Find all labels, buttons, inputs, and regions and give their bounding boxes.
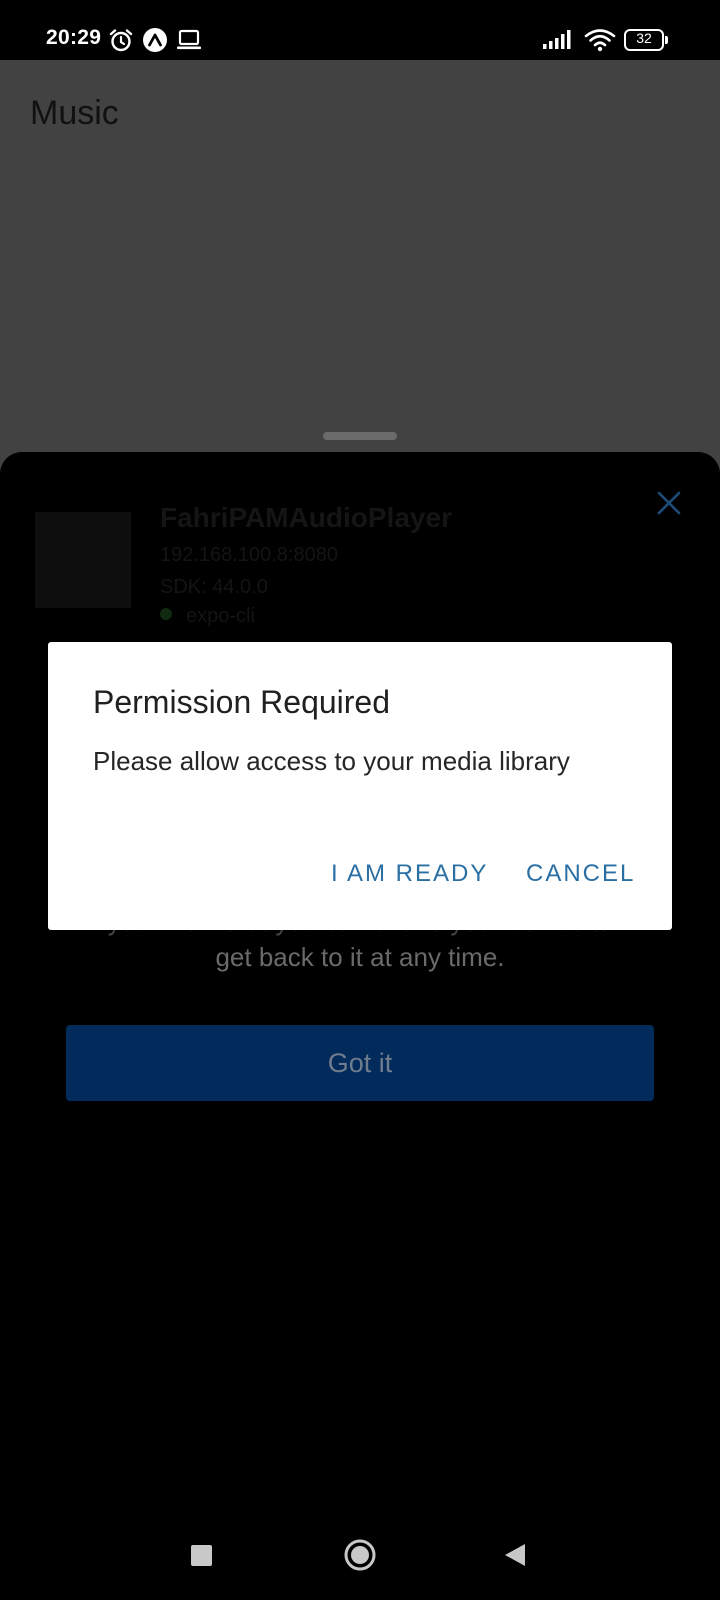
permission-dialog: Permission Required Please allow access … (48, 642, 672, 930)
signal-icon (543, 30, 571, 49)
cancel-button[interactable]: CANCEL (526, 860, 635, 888)
expo-icon (143, 28, 167, 52)
back-icon[interactable] (503, 1542, 527, 1568)
sheet-app-name: FahriPAMAudioPlayer (160, 502, 452, 533)
sheet-drag-handle[interactable] (323, 432, 397, 440)
app-icon-thumbnail (35, 512, 131, 608)
close-icon[interactable] (656, 490, 682, 516)
sheet-app-cli: expo-cli (186, 605, 255, 627)
alarm-icon (109, 29, 133, 52)
dialog-message: Please allow access to your media librar… (93, 746, 570, 776)
laptop-icon (177, 29, 201, 50)
status-bar: 20:29 32 (0, 0, 720, 60)
status-time: 20:29 (46, 26, 102, 49)
home-icon[interactable] (344, 1539, 376, 1571)
battery-icon: 32 (624, 29, 668, 51)
recents-icon[interactable] (191, 1545, 212, 1566)
page-title: Music (30, 94, 119, 132)
got-it-button[interactable]: Got it (66, 1025, 654, 1101)
battery-level: 32 (636, 30, 652, 46)
wifi-icon (584, 29, 616, 52)
dialog-title: Permission Required (93, 684, 391, 720)
status-dot-icon (160, 608, 172, 620)
i-am-ready-button[interactable]: I AM READY (331, 860, 488, 888)
sheet-message-line2: get back to it at any time. (215, 942, 505, 972)
sheet-app-sdk: SDK: 44.0.0 (160, 576, 268, 598)
sheet-app-url: 192.168.100.8:8080 (160, 544, 338, 566)
